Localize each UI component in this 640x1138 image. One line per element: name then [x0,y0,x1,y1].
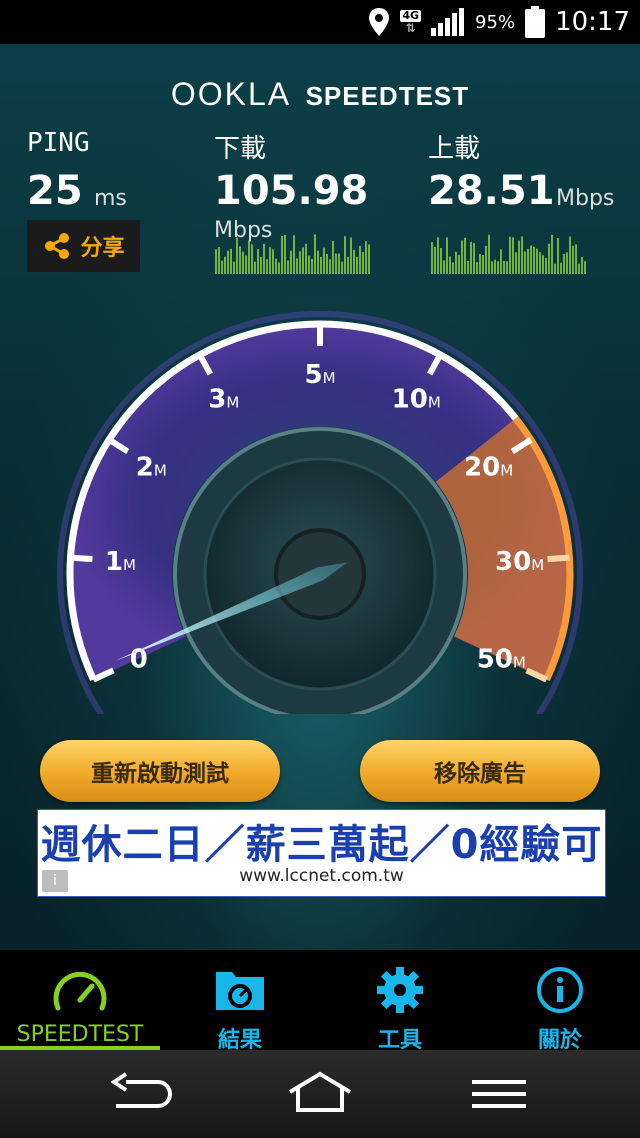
gauge-tick [547,554,570,563]
ping-unit: ms [94,186,127,211]
ping-label: PING [27,128,90,158]
battery-icon [525,6,546,38]
download-sparkline [215,234,370,274]
gear-hole [394,984,406,996]
download-label: 下載 [214,134,267,164]
tab-tools[interactable]: 工具 [320,950,480,1053]
upload-unit: Mbps [556,186,615,211]
ad-url: www.lccnet.com.tw [239,866,404,886]
menu-icon[interactable] [468,1070,530,1116]
bottom-tab-bar: SPEEDTEST 結果 工具 關於 [0,950,640,1053]
info-icon [537,967,583,1013]
location-pin-icon [369,8,390,36]
ad-headline: 週休二日／薪三萬起／0經驗可 [40,822,603,868]
upload-label: 上載 [428,134,481,164]
gear-icon [377,967,423,1013]
download-value: 105.98 [214,168,369,214]
logo-ookla-text: OOKLA [170,76,292,112]
results-folder-icon [216,972,264,1010]
upload-value: 28.51 [428,168,555,214]
home-icon[interactable] [286,1070,354,1116]
battery-percent: 95% [475,11,516,33]
tab-speedtest-label: SPEEDTEST [16,1022,144,1047]
speed-gauge: 01M2M3M5M10M20M30M50M [57,311,583,714]
tab-about[interactable]: 關於 [480,950,640,1053]
restart-test-button[interactable]: 重新啟動測試 [40,740,280,802]
network-type-badge: 4G ⇅ [400,9,422,35]
back-icon[interactable] [108,1070,174,1116]
logo-speedtest-text: SPEEDTEST [305,81,470,111]
tab-results[interactable]: 結果 [160,950,320,1053]
clock: 10:17 [555,7,630,37]
remove-ads-button[interactable]: 移除廣告 [360,740,600,802]
ookla-speedtest-logo: OOKLA SPEEDTEST [0,76,640,113]
share-button[interactable]: 分享 [27,220,140,272]
speedometer-icon [53,971,107,1011]
gauge-tick [70,554,93,563]
system-nav-bar [0,1050,640,1138]
ping-value: 25 [27,168,83,214]
ad-info-icon[interactable]: i [42,870,68,892]
share-label: 分享 [80,236,125,261]
signal-icon [431,8,465,36]
ad-banner[interactable]: 週休二日／薪三萬起／0經驗可 www.lccnet.com.tw i [37,809,606,897]
status-bar: 4G ⇅ 95% 10:17 [0,0,640,44]
tab-speedtest[interactable]: SPEEDTEST [0,950,160,1050]
speedtest-screen: OOKLA SPEEDTEST PING 25 ms 分享 下載 105.98 … [0,44,640,950]
upload-sparkline [431,234,586,274]
share-icon [45,233,70,259]
